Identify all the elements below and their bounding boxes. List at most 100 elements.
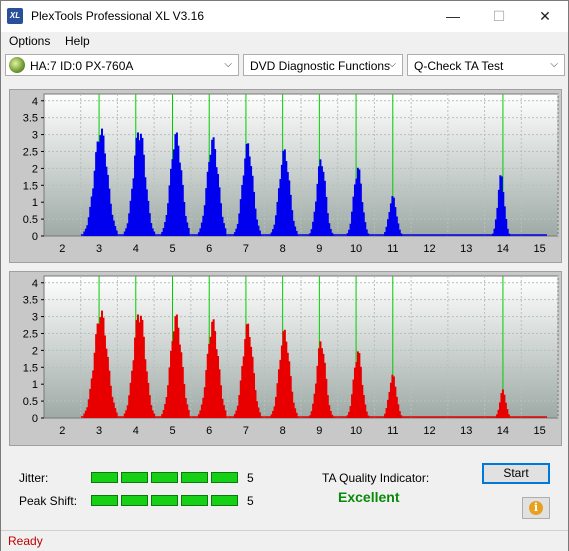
app-window: XL PlexTools Professional XL V3.16 — ☐ ✕…	[0, 0, 569, 551]
maximize-button[interactable]: ☐	[476, 1, 522, 32]
meter-segment	[91, 472, 118, 483]
y-tick-label: 4	[32, 278, 38, 290]
start-button[interactable]: Start	[482, 463, 550, 484]
chevron-down-icon: ⌵	[224, 59, 232, 70]
menu-options[interactable]: Options	[9, 34, 50, 48]
x-tick-label: 14	[497, 425, 509, 437]
x-tick-label: 13	[460, 243, 472, 255]
y-tick-label: 1	[32, 379, 38, 391]
chart-bar	[153, 413, 156, 418]
peak-shift-value: 5	[247, 494, 254, 508]
y-tick-label: 0	[32, 413, 38, 425]
x-tick-label: 13	[460, 425, 472, 437]
y-tick-label: 1.5	[23, 362, 38, 374]
x-tick-label: 6	[206, 425, 212, 437]
function-select[interactable]: DVD Diagnostic Functions ⌵	[243, 54, 403, 76]
jitter-label: Jitter:	[19, 471, 49, 485]
x-tick-label: 9	[316, 243, 322, 255]
y-tick-label: 2.5	[23, 146, 38, 158]
chart-bar	[187, 227, 190, 236]
jitter-chart-panel: 4 3.5 3 2.5 2 1.5 1 0.5 0 2 3 4 5 6 7 8 9 10 11 12 13 14 15	[9, 89, 562, 263]
chart-bar	[331, 232, 334, 236]
peak-shift-label: Peak Shift:	[19, 494, 78, 508]
x-tick-label: 6	[206, 243, 212, 255]
chart-bar	[224, 410, 227, 418]
x-tick-label: 15	[534, 425, 546, 437]
x-tick-label: 3	[96, 425, 102, 437]
test-select[interactable]: Q-Check TA Test ⌵	[407, 54, 565, 76]
meter-segment	[151, 495, 178, 506]
info-button[interactable]: i	[522, 497, 550, 519]
x-tick-label: 9	[316, 425, 322, 437]
close-button[interactable]: ✕	[522, 1, 568, 32]
x-tick-label: 15	[534, 243, 546, 255]
y-tick-label: 0	[32, 231, 38, 243]
ta-quality-label: TA Quality Indicator:	[322, 471, 430, 485]
meter-segment	[121, 495, 148, 506]
info-icon: i	[529, 501, 543, 515]
chart-bar	[115, 230, 118, 236]
x-tick-label: 10	[350, 243, 362, 255]
chart-bar	[367, 233, 370, 236]
x-tick-label: 12	[423, 243, 435, 255]
x-tick-label: 10	[350, 425, 362, 437]
x-tick-label: 5	[169, 243, 175, 255]
menu-help[interactable]: Help	[65, 34, 90, 48]
meter-segment	[121, 472, 148, 483]
function-select-value: DVD Diagnostic Functions	[250, 59, 391, 73]
chevron-down-icon: ⌵	[388, 59, 396, 70]
x-tick-label: 7	[243, 425, 249, 437]
meter-segment	[181, 472, 208, 483]
x-tick-label: 8	[280, 243, 286, 255]
ta-quality-value: Excellent	[338, 489, 400, 505]
chart-bar	[400, 415, 403, 418]
status-text: Ready	[8, 534, 43, 548]
x-tick-label: 14	[497, 243, 509, 255]
chart-bar	[115, 412, 118, 418]
title-bar[interactable]: XL PlexTools Professional XL V3.16 — ☐ ✕	[1, 1, 568, 32]
meter-segment	[181, 495, 208, 506]
window-title: PlexTools Professional XL V3.16	[31, 9, 204, 23]
x-tick-label: 5	[169, 425, 175, 437]
x-tick-label: 12	[423, 425, 435, 437]
y-tick-label: 0.5	[23, 214, 38, 226]
drive-select[interactable]: HA:7 ID:0 PX-760A ⌵	[5, 54, 239, 76]
peak-shift-chart: 4 3.5 3 2.5 2 1.5 1 0.5 0 2 3 4 5 6 7 8 9 10 11 12 13 14 15	[23, 275, 559, 437]
disc-drive-icon	[9, 57, 25, 73]
x-tick-label: 3	[96, 243, 102, 255]
chart-bar	[258, 230, 261, 236]
y-tick-label: 3	[32, 130, 38, 142]
chart-bar	[507, 414, 510, 418]
y-tick-label: 1	[32, 197, 38, 209]
jitter-value: 5	[247, 471, 254, 485]
meter-segment	[211, 495, 238, 506]
app-logo-icon: XL	[7, 8, 23, 24]
chart-bar	[187, 409, 190, 418]
x-tick-label: 7	[243, 243, 249, 255]
x-tick-label: 2	[59, 243, 65, 255]
x-tick-label: 11	[387, 243, 398, 255]
chevron-down-icon: ⌵	[550, 59, 558, 70]
chart-bar	[367, 415, 370, 418]
y-tick-label: 3.5	[23, 113, 38, 125]
y-tick-label: 1.5	[23, 180, 38, 192]
x-tick-label: 2	[59, 425, 65, 437]
chart-bar	[295, 230, 298, 236]
y-tick-label: 3.5	[23, 295, 38, 307]
jitter-chart: 4 3.5 3 2.5 2 1.5 1 0.5 0 2 3 4 5 6 7 8 9 10 11 12 13 14 15	[23, 93, 559, 255]
minimize-button[interactable]: —	[430, 1, 476, 32]
chart-bar	[153, 231, 156, 236]
chart-bar	[224, 228, 227, 236]
chart-bar	[331, 414, 334, 418]
y-tick-label: 2	[32, 345, 38, 357]
meter-segment	[151, 472, 178, 483]
x-tick-label: 8	[280, 425, 286, 437]
chart-bar	[400, 233, 403, 236]
chart-bar	[508, 233, 511, 236]
menu-bar: Options Help	[1, 32, 568, 52]
x-tick-label: 11	[387, 425, 398, 437]
test-select-value: Q-Check TA Test	[414, 59, 504, 73]
x-tick-label: 4	[133, 243, 139, 255]
y-tick-label: 2	[32, 163, 38, 175]
chart-bar	[295, 412, 298, 418]
